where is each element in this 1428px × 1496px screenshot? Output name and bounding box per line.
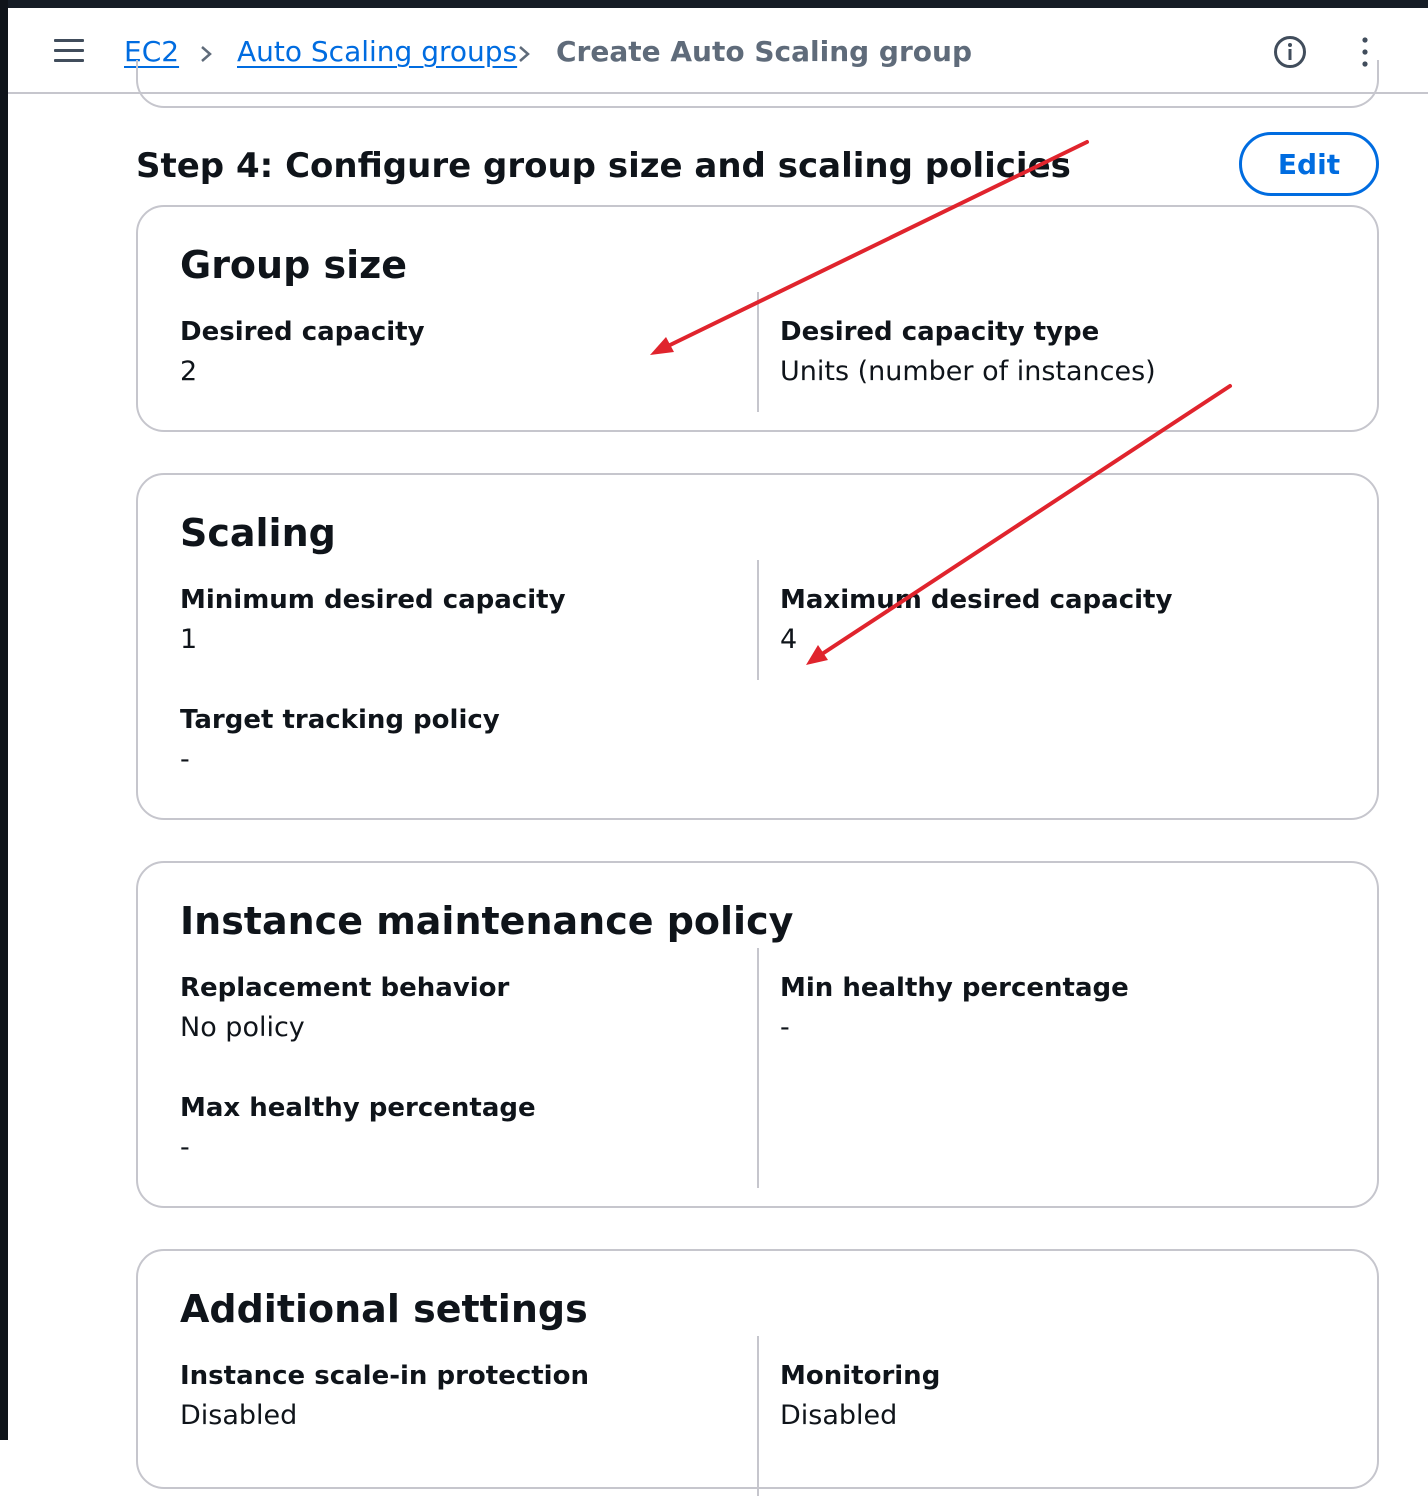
browser-top-strip: [0, 0, 1428, 8]
menu-icon[interactable]: [54, 37, 86, 63]
column-divider: [757, 1336, 759, 1496]
card-title: Additional settings: [180, 1287, 588, 1331]
card-title: Instance maintenance policy: [180, 899, 794, 943]
target-tracking-policy-label: Target tracking policy: [180, 705, 500, 735]
window-left-edge: [0, 0, 8, 1440]
target-tracking-policy-value: -: [180, 744, 190, 775]
desired-capacity-value: 2: [180, 356, 198, 387]
column-divider: [757, 948, 759, 1188]
column-divider: [757, 560, 759, 680]
step-title: Step 4: Configure group size and scaling…: [136, 146, 1071, 186]
min-healthy-percentage-label: Min healthy percentage: [780, 973, 1129, 1003]
monitoring-label: Monitoring: [780, 1361, 941, 1391]
replacement-behavior-label: Replacement behavior: [180, 973, 510, 1003]
instance-maintenance-policy-card: Instance maintenance policy Replacement …: [136, 861, 1379, 1208]
minimum-desired-capacity-value: 1: [180, 624, 198, 655]
desired-capacity-type-label: Desired capacity type: [780, 317, 1100, 347]
max-healthy-percentage-value: -: [180, 1132, 190, 1163]
desired-capacity-label: Desired capacity: [180, 317, 425, 347]
maximum-desired-capacity-label: Maximum desired capacity: [780, 585, 1173, 615]
instance-scale-in-protection-value: Disabled: [180, 1400, 298, 1431]
monitoring-value: Disabled: [780, 1400, 898, 1431]
previous-section-card-edge: [136, 60, 1379, 108]
max-healthy-percentage-label: Max healthy percentage: [180, 1093, 536, 1123]
maximum-desired-capacity-value: 4: [780, 624, 798, 655]
min-healthy-percentage-value: -: [780, 1012, 790, 1043]
instance-scale-in-protection-label: Instance scale-in protection: [180, 1361, 589, 1391]
column-divider: [757, 292, 759, 412]
desired-capacity-type-value: Units (number of instances): [780, 356, 1156, 387]
card-title: Group size: [180, 243, 408, 287]
edit-button[interactable]: Edit: [1239, 132, 1379, 196]
card-title: Scaling: [180, 511, 336, 555]
group-size-card: Group size Desired capacity 2 Desired ca…: [136, 205, 1379, 432]
additional-settings-card: Additional settings Instance scale-in pr…: [136, 1249, 1379, 1496]
minimum-desired-capacity-label: Minimum desired capacity: [180, 585, 566, 615]
scaling-card: Scaling Minimum desired capacity 1 Maxim…: [136, 473, 1379, 820]
replacement-behavior-value: No policy: [180, 1012, 305, 1043]
